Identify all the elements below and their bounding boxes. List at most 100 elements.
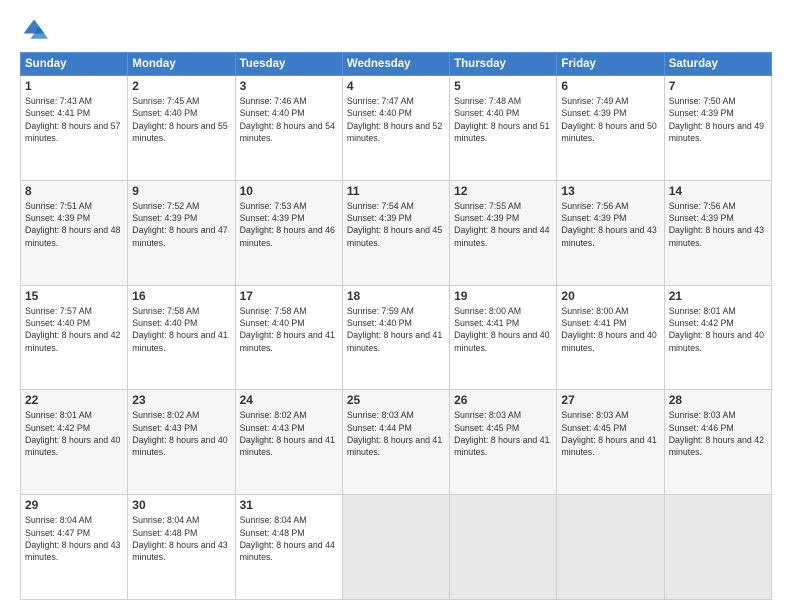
day-number: 7	[669, 79, 767, 93]
day-number: 6	[561, 79, 659, 93]
weekday-header-monday: Monday	[128, 53, 235, 76]
week-row-4: 22 Sunrise: 8:01 AMSunset: 4:42 PMDaylig…	[21, 390, 772, 495]
day-number: 9	[132, 184, 230, 198]
calendar-cell: 6 Sunrise: 7:49 AMSunset: 4:39 PMDayligh…	[557, 76, 664, 181]
day-detail: Sunrise: 8:01 AMSunset: 4:42 PMDaylight:…	[25, 410, 120, 457]
calendar-cell: 4 Sunrise: 7:47 AMSunset: 4:40 PMDayligh…	[342, 76, 449, 181]
day-number: 17	[240, 289, 338, 303]
calendar-cell: 23 Sunrise: 8:02 AMSunset: 4:43 PMDaylig…	[128, 390, 235, 495]
day-detail: Sunrise: 7:58 AMSunset: 4:40 PMDaylight:…	[240, 306, 335, 353]
day-number: 11	[347, 184, 445, 198]
day-detail: Sunrise: 8:00 AMSunset: 4:41 PMDaylight:…	[561, 306, 656, 353]
day-detail: Sunrise: 8:04 AMSunset: 4:48 PMDaylight:…	[132, 515, 227, 562]
day-number: 3	[240, 79, 338, 93]
calendar-cell	[342, 495, 449, 600]
day-number: 5	[454, 79, 552, 93]
calendar-cell: 3 Sunrise: 7:46 AMSunset: 4:40 PMDayligh…	[235, 76, 342, 181]
day-number: 1	[25, 79, 123, 93]
calendar-cell: 15 Sunrise: 7:57 AMSunset: 4:40 PMDaylig…	[21, 285, 128, 390]
weekday-header-friday: Friday	[557, 53, 664, 76]
calendar-cell	[664, 495, 771, 600]
day-detail: Sunrise: 8:04 AMSunset: 4:47 PMDaylight:…	[25, 515, 120, 562]
day-detail: Sunrise: 7:43 AMSunset: 4:41 PMDaylight:…	[25, 96, 120, 143]
weekday-header-saturday: Saturday	[664, 53, 771, 76]
day-number: 26	[454, 393, 552, 407]
day-detail: Sunrise: 7:46 AMSunset: 4:40 PMDaylight:…	[240, 96, 335, 143]
week-row-1: 1 Sunrise: 7:43 AMSunset: 4:41 PMDayligh…	[21, 76, 772, 181]
day-number: 2	[132, 79, 230, 93]
day-number: 16	[132, 289, 230, 303]
calendar-cell: 29 Sunrise: 8:04 AMSunset: 4:47 PMDaylig…	[21, 495, 128, 600]
calendar-cell: 18 Sunrise: 7:59 AMSunset: 4:40 PMDaylig…	[342, 285, 449, 390]
day-detail: Sunrise: 7:50 AMSunset: 4:39 PMDaylight:…	[669, 96, 764, 143]
calendar-cell: 25 Sunrise: 8:03 AMSunset: 4:44 PMDaylig…	[342, 390, 449, 495]
week-row-3: 15 Sunrise: 7:57 AMSunset: 4:40 PMDaylig…	[21, 285, 772, 390]
day-number: 27	[561, 393, 659, 407]
week-row-5: 29 Sunrise: 8:04 AMSunset: 4:47 PMDaylig…	[21, 495, 772, 600]
day-number: 18	[347, 289, 445, 303]
calendar-cell: 21 Sunrise: 8:01 AMSunset: 4:42 PMDaylig…	[664, 285, 771, 390]
day-detail: Sunrise: 8:03 AMSunset: 4:44 PMDaylight:…	[347, 410, 442, 457]
day-detail: Sunrise: 7:49 AMSunset: 4:39 PMDaylight:…	[561, 96, 656, 143]
calendar-cell: 31 Sunrise: 8:04 AMSunset: 4:48 PMDaylig…	[235, 495, 342, 600]
calendar-cell: 19 Sunrise: 8:00 AMSunset: 4:41 PMDaylig…	[450, 285, 557, 390]
day-detail: Sunrise: 7:55 AMSunset: 4:39 PMDaylight:…	[454, 201, 549, 248]
day-detail: Sunrise: 7:48 AMSunset: 4:40 PMDaylight:…	[454, 96, 549, 143]
calendar-cell: 9 Sunrise: 7:52 AMSunset: 4:39 PMDayligh…	[128, 180, 235, 285]
calendar-cell: 26 Sunrise: 8:03 AMSunset: 4:45 PMDaylig…	[450, 390, 557, 495]
calendar-cell: 12 Sunrise: 7:55 AMSunset: 4:39 PMDaylig…	[450, 180, 557, 285]
day-detail: Sunrise: 7:59 AMSunset: 4:40 PMDaylight:…	[347, 306, 442, 353]
day-detail: Sunrise: 7:45 AMSunset: 4:40 PMDaylight:…	[132, 96, 227, 143]
day-number: 31	[240, 498, 338, 512]
day-number: 20	[561, 289, 659, 303]
day-number: 15	[25, 289, 123, 303]
day-number: 8	[25, 184, 123, 198]
weekday-header-row: SundayMondayTuesdayWednesdayThursdayFrid…	[21, 53, 772, 76]
calendar-cell: 30 Sunrise: 8:04 AMSunset: 4:48 PMDaylig…	[128, 495, 235, 600]
calendar-cell: 1 Sunrise: 7:43 AMSunset: 4:41 PMDayligh…	[21, 76, 128, 181]
day-number: 29	[25, 498, 123, 512]
calendar-cell: 16 Sunrise: 7:58 AMSunset: 4:40 PMDaylig…	[128, 285, 235, 390]
day-detail: Sunrise: 8:03 AMSunset: 4:45 PMDaylight:…	[561, 410, 656, 457]
header	[20, 16, 772, 44]
day-number: 10	[240, 184, 338, 198]
logo	[20, 16, 52, 44]
weekday-header-thursday: Thursday	[450, 53, 557, 76]
weekday-header-sunday: Sunday	[21, 53, 128, 76]
calendar-cell: 28 Sunrise: 8:03 AMSunset: 4:46 PMDaylig…	[664, 390, 771, 495]
day-number: 30	[132, 498, 230, 512]
day-number: 25	[347, 393, 445, 407]
day-number: 23	[132, 393, 230, 407]
day-detail: Sunrise: 8:01 AMSunset: 4:42 PMDaylight:…	[669, 306, 764, 353]
calendar-cell	[557, 495, 664, 600]
weekday-header-wednesday: Wednesday	[342, 53, 449, 76]
weekday-header-tuesday: Tuesday	[235, 53, 342, 76]
day-detail: Sunrise: 7:58 AMSunset: 4:40 PMDaylight:…	[132, 306, 227, 353]
day-detail: Sunrise: 7:56 AMSunset: 4:39 PMDaylight:…	[561, 201, 656, 248]
calendar-cell: 20 Sunrise: 8:00 AMSunset: 4:41 PMDaylig…	[557, 285, 664, 390]
day-detail: Sunrise: 8:03 AMSunset: 4:46 PMDaylight:…	[669, 410, 764, 457]
calendar-cell: 5 Sunrise: 7:48 AMSunset: 4:40 PMDayligh…	[450, 76, 557, 181]
week-row-2: 8 Sunrise: 7:51 AMSunset: 4:39 PMDayligh…	[21, 180, 772, 285]
calendar-cell: 11 Sunrise: 7:54 AMSunset: 4:39 PMDaylig…	[342, 180, 449, 285]
day-detail: Sunrise: 8:00 AMSunset: 4:41 PMDaylight:…	[454, 306, 549, 353]
day-number: 19	[454, 289, 552, 303]
calendar-cell: 7 Sunrise: 7:50 AMSunset: 4:39 PMDayligh…	[664, 76, 771, 181]
day-number: 24	[240, 393, 338, 407]
day-detail: Sunrise: 7:53 AMSunset: 4:39 PMDaylight:…	[240, 201, 335, 248]
calendar-cell: 22 Sunrise: 8:01 AMSunset: 4:42 PMDaylig…	[21, 390, 128, 495]
day-detail: Sunrise: 7:54 AMSunset: 4:39 PMDaylight:…	[347, 201, 442, 248]
calendar-cell: 2 Sunrise: 7:45 AMSunset: 4:40 PMDayligh…	[128, 76, 235, 181]
day-detail: Sunrise: 8:02 AMSunset: 4:43 PMDaylight:…	[240, 410, 335, 457]
calendar-cell: 24 Sunrise: 8:02 AMSunset: 4:43 PMDaylig…	[235, 390, 342, 495]
day-detail: Sunrise: 7:52 AMSunset: 4:39 PMDaylight:…	[132, 201, 227, 248]
calendar-cell: 13 Sunrise: 7:56 AMSunset: 4:39 PMDaylig…	[557, 180, 664, 285]
day-number: 12	[454, 184, 552, 198]
calendar-cell: 10 Sunrise: 7:53 AMSunset: 4:39 PMDaylig…	[235, 180, 342, 285]
calendar-cell: 17 Sunrise: 7:58 AMSunset: 4:40 PMDaylig…	[235, 285, 342, 390]
calendar-cell	[450, 495, 557, 600]
day-number: 21	[669, 289, 767, 303]
calendar-cell: 14 Sunrise: 7:56 AMSunset: 4:39 PMDaylig…	[664, 180, 771, 285]
day-detail: Sunrise: 7:51 AMSunset: 4:39 PMDaylight:…	[25, 201, 120, 248]
calendar-cell: 27 Sunrise: 8:03 AMSunset: 4:45 PMDaylig…	[557, 390, 664, 495]
